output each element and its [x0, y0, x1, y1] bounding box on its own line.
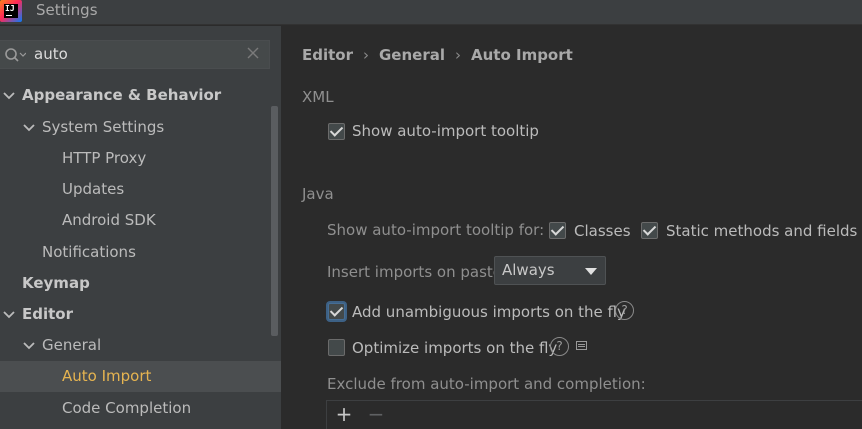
- xml-show-tooltip-option[interactable]: Show auto-import tooltip: [328, 122, 628, 143]
- tree-item-updates[interactable]: Updates: [0, 174, 281, 205]
- section-title-java: Java: [302, 185, 334, 203]
- classes-label: Classes: [574, 222, 631, 240]
- help-icon[interactable]: ?: [615, 301, 634, 320]
- tree-item-appearance-behavior[interactable]: Appearance & Behavior: [0, 80, 281, 111]
- help-icon[interactable]: ?: [550, 337, 569, 356]
- tree-item-label: Editor: [22, 305, 73, 323]
- tree-item-label: Auto Import: [62, 367, 152, 385]
- settings-search-input[interactable]: auto: [0, 40, 270, 69]
- tree-item-label: Updates: [62, 180, 125, 198]
- breadcrumb-item[interactable]: Editor: [302, 46, 353, 64]
- tree-item-label: General: [42, 336, 102, 354]
- breadcrumb-separator: ›: [363, 46, 369, 64]
- remove-icon[interactable]: −: [366, 404, 386, 424]
- optimize-imports-option[interactable]: Optimize imports on the fly: [328, 339, 557, 359]
- tree-item-editor[interactable]: Editor: [0, 299, 281, 330]
- static-methods-option[interactable]: Static methods and fields: [641, 222, 862, 242]
- optimize-imports-checkbox[interactable]: [328, 339, 345, 356]
- tree-item-label: HTTP Proxy: [62, 149, 147, 167]
- tree-item-label: Notifications: [42, 243, 136, 261]
- tree-item-general[interactable]: General: [0, 330, 281, 361]
- tree-item-label: Keymap: [22, 274, 90, 292]
- tree-item-code-completion[interactable]: Code Completion: [0, 393, 281, 424]
- tree-item-http-proxy[interactable]: HTTP Proxy: [0, 143, 281, 174]
- breadcrumb-item[interactable]: General: [379, 46, 445, 64]
- tree-item-notifications[interactable]: Notifications: [0, 237, 281, 268]
- sidebar-scrollbar[interactable]: [271, 106, 278, 336]
- intellij-idea-icon: IJ: [0, 0, 22, 22]
- settings-content: Editor › General › Auto Import XML Show auto…: [282, 26, 862, 429]
- exclude-label: Exclude from auto-import and completion:: [327, 375, 646, 393]
- tree-item-label: System Settings: [42, 118, 165, 136]
- breadcrumb-separator: ›: [455, 46, 461, 64]
- tree-item-label: Android SDK: [62, 211, 156, 229]
- title-bar: IJ Settings: [0, 0, 862, 25]
- classes-checkbox[interactable]: [549, 222, 566, 239]
- chevron-down-icon[interactable]: [22, 339, 36, 353]
- xml-show-tooltip-checkbox[interactable]: [328, 123, 345, 140]
- breadcrumb: Editor › General › Auto Import: [302, 46, 573, 64]
- search-query[interactable]: auto: [34, 45, 68, 63]
- chevron-down-icon[interactable]: [2, 308, 16, 322]
- classes-option[interactable]: Classes: [549, 222, 631, 242]
- breadcrumb-item: Auto Import: [471, 46, 573, 64]
- documentation-icon[interactable]: [576, 341, 587, 350]
- add-unambiguous-checkbox[interactable]: [328, 303, 345, 320]
- add-icon[interactable]: +: [334, 404, 354, 424]
- optimize-imports-label: Optimize imports on the fly: [352, 339, 558, 357]
- xml-show-tooltip-label: Show auto-import tooltip: [352, 122, 539, 140]
- tree-item-system-settings[interactable]: System Settings: [0, 112, 281, 143]
- chevron-down-icon[interactable]: [2, 89, 16, 103]
- tree-item-android-sdk[interactable]: Android SDK: [0, 205, 281, 236]
- search-icon[interactable]: [4, 47, 26, 63]
- add-unambiguous-option[interactable]: Add unambiguous imports on the fly: [328, 303, 626, 323]
- settings-sidebar: auto Appearance & Behavior System Settin…: [0, 26, 281, 429]
- insert-on-paste-value: Always: [502, 261, 555, 279]
- insert-on-paste-select[interactable]: Always: [494, 256, 606, 285]
- tree-item-keymap[interactable]: Keymap: [0, 268, 281, 299]
- tree-item-label: Appearance & Behavior: [22, 86, 222, 104]
- close-icon[interactable]: [247, 47, 259, 59]
- tree-item-auto-import[interactable]: Auto Import: [0, 361, 281, 392]
- chevron-down-icon[interactable]: [22, 121, 36, 135]
- section-title-xml: XML: [302, 88, 334, 106]
- window-title: Settings: [36, 1, 98, 19]
- chevron-down-icon[interactable]: [576, 257, 605, 284]
- static-methods-checkbox[interactable]: [641, 222, 658, 239]
- insert-on-paste-label: Insert imports on paste:: [327, 263, 508, 281]
- tree-item-label: Code Completion: [62, 399, 192, 417]
- static-methods-label: Static methods and fields: [666, 222, 858, 240]
- add-unambiguous-label: Add unambiguous imports on the fly: [352, 303, 626, 321]
- tooltip-for-label: Show auto-import tooltip for:: [327, 221, 545, 239]
- exclude-list[interactable]: [326, 400, 862, 429]
